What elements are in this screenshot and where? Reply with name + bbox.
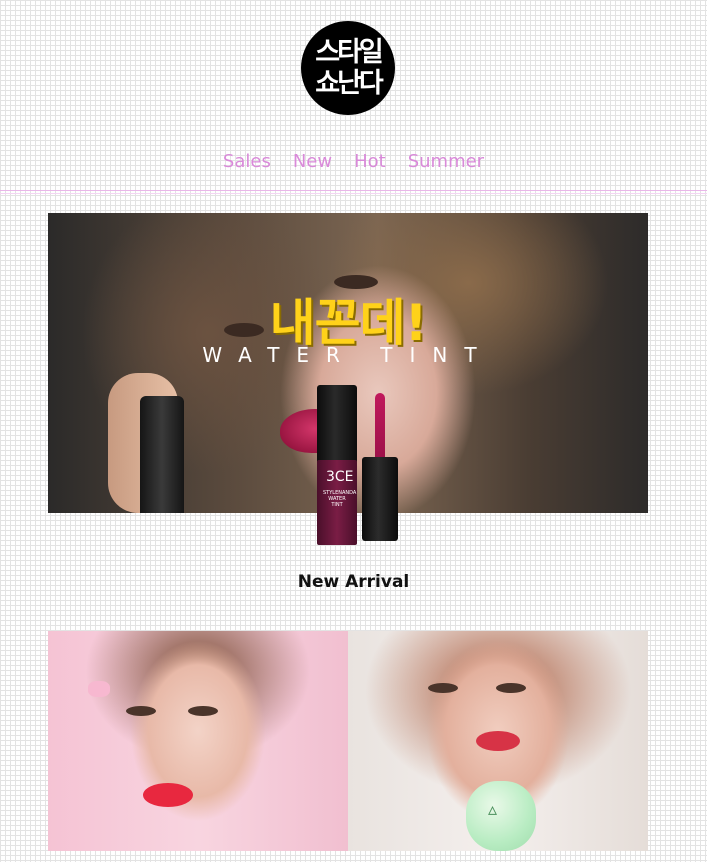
bottle-body: 3CE STYLENANDA WATER TINT: [317, 460, 357, 545]
triangle-logo-icon: ▵: [488, 799, 498, 820]
applicator-tip: [375, 393, 385, 463]
water-tint-bottle: 3CE STYLENANDA WATER TINT: [317, 385, 357, 545]
nav-item-hot[interactable]: Hot: [354, 151, 386, 172]
brand-logo[interactable]: 스타일 쇼난다: [301, 21, 395, 115]
nav-item-summer[interactable]: Summer: [408, 151, 484, 172]
model-eye: [126, 706, 156, 716]
applicator-cap: [362, 457, 398, 541]
model-eye: [496, 683, 526, 693]
hair-bow-icon: [88, 681, 110, 697]
bottle-brand-logo: 3CE: [326, 469, 354, 485]
product-card-2[interactable]: ▵: [348, 631, 648, 851]
main-nav: Sales New Hot Summer: [0, 151, 707, 172]
nav-item-sales[interactable]: Sales: [223, 151, 271, 172]
bottle-label: STYLENANDA WATER TINT: [323, 490, 357, 508]
nav-divider-secondary: [0, 193, 707, 194]
model-eye: [428, 683, 458, 693]
nav-item-new[interactable]: New: [293, 151, 332, 172]
model-lips: [476, 731, 520, 751]
model-lips: [143, 783, 193, 807]
product-card-1[interactable]: [48, 631, 348, 851]
nav-divider: [0, 190, 707, 191]
cushion-compact-image: ▵: [466, 781, 536, 851]
hero-subtitle: WATER TINT: [202, 343, 494, 367]
logo-line-1: 스타일: [315, 37, 384, 68]
logo-line-2: 쇼난다: [315, 68, 384, 99]
lipstick-image: [140, 396, 184, 513]
model-eye: [188, 706, 218, 716]
tint-applicator: [362, 393, 398, 541]
section-title: New Arrival: [297, 572, 410, 592]
